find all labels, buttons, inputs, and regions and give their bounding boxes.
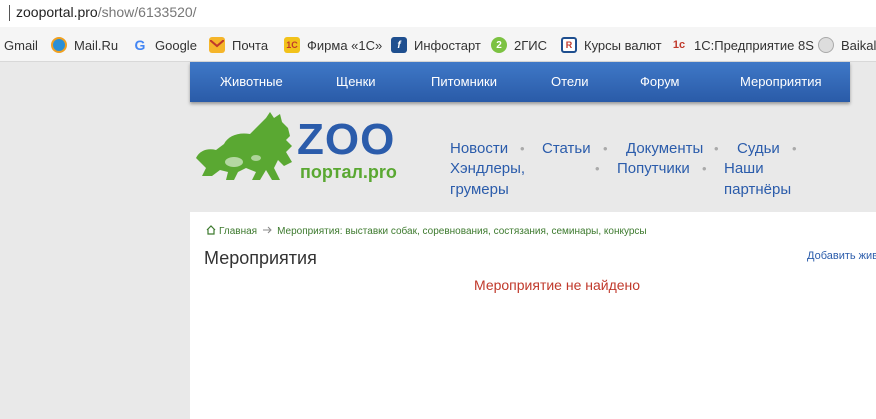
bookmark-pochta[interactable]: Почта bbox=[209, 36, 268, 54]
arrow-right-icon bbox=[263, 226, 273, 237]
google-icon: G bbox=[134, 37, 146, 53]
mail-envelope-icon bbox=[209, 37, 225, 53]
bookmark-1c-enterprise[interactable]: 1c 1С:Предприятие 8S bbox=[671, 36, 814, 54]
url-text[interactable]: zooportal.pro/show/6133520/ bbox=[16, 4, 197, 20]
breadcrumb: Главная Мероприятия: выставки собак, сор… bbox=[206, 225, 647, 238]
link-partners[interactable]: Наши партнёры bbox=[724, 158, 791, 200]
bookmark-2gis[interactable]: 2 2ГИС bbox=[491, 36, 547, 54]
page-title: Мероприятия bbox=[204, 248, 317, 268]
link-separator: • bbox=[792, 141, 797, 156]
site-logo[interactable]: ZOO портал.pro bbox=[194, 110, 408, 184]
link-travel-companions[interactable]: Попутчики bbox=[617, 158, 690, 179]
nav-item-forum[interactable]: Форум bbox=[640, 74, 680, 89]
link-judges[interactable]: Судьи bbox=[737, 138, 780, 159]
main-nav: Животные Щенки Питомники Отели Форум Мер… bbox=[190, 62, 850, 102]
nav-item-puppies[interactable]: Щенки bbox=[336, 74, 376, 89]
address-bar[interactable]: zooportal.pro/show/6133520/ bbox=[0, 0, 876, 27]
link-articles[interactable]: Статьи bbox=[542, 138, 591, 159]
bookmark-infostart[interactable]: f Инфостарт bbox=[391, 36, 481, 54]
logo-sub-text: портал.pro bbox=[300, 162, 397, 182]
url-host: zooportal.pro bbox=[16, 4, 98, 20]
bookmark-label: Инфостарт bbox=[414, 37, 481, 53]
bookmarks-bar: Gmail Mail.Ru G Google Почта 1C Фирма «1… bbox=[0, 27, 876, 62]
url-path: /show/6133520/ bbox=[97, 4, 197, 20]
bookmark-label: Mail.Ru bbox=[74, 37, 119, 53]
mailru-icon bbox=[51, 37, 67, 53]
link-separator: • bbox=[520, 141, 525, 156]
nav-item-events[interactable]: Мероприятия bbox=[740, 74, 822, 89]
bookmark-label: Почта bbox=[232, 37, 269, 53]
bookmark-mailru[interactable]: Mail.Ru bbox=[51, 36, 118, 54]
bookmark-label: Gmail bbox=[4, 37, 38, 53]
bookmark-gmail[interactable]: Gmail bbox=[4, 36, 38, 54]
bookmark-label: Курсы валют bbox=[584, 37, 662, 53]
add-animal-link[interactable]: Добавить жив bbox=[807, 250, 876, 262]
bookmark-label: Google bbox=[155, 37, 197, 53]
link-separator: • bbox=[714, 141, 719, 156]
1c-enterprise-icon: 1c bbox=[672, 39, 686, 51]
home-icon bbox=[206, 225, 216, 238]
bookmark-currency[interactable]: R Курсы валют bbox=[561, 36, 662, 54]
baikals-icon bbox=[818, 37, 834, 53]
content-area: Главная Мероприятия: выставки собак, сор… bbox=[190, 212, 876, 419]
bookmark-label: 1С:Предприятие 8S bbox=[694, 37, 814, 53]
nav-item-hotels[interactable]: Отели bbox=[551, 74, 589, 89]
link-separator: • bbox=[595, 161, 600, 176]
nav-item-animals[interactable]: Животные bbox=[220, 74, 283, 89]
currency-icon: R bbox=[561, 37, 577, 53]
breadcrumb-current[interactable]: Мероприятия: выставки собак, соревновани… bbox=[277, 226, 647, 237]
2gis-icon: 2 bbox=[491, 37, 507, 53]
infostart-icon: f bbox=[391, 37, 407, 53]
not-found-message: Мероприятие не найдено bbox=[474, 277, 641, 293]
bookmark-1c-firm[interactable]: 1C Фирма «1С» bbox=[284, 36, 382, 54]
text-caret bbox=[9, 5, 10, 21]
bookmark-label: 2ГИС bbox=[514, 37, 548, 53]
bookmark-google[interactable]: G Google bbox=[132, 36, 197, 54]
bookmark-baikals[interactable]: Baikals bbox=[818, 36, 876, 54]
site-frame: Животные Щенки Питомники Отели Форум Мер… bbox=[190, 62, 876, 419]
nav-item-kennels[interactable]: Питомники bbox=[431, 74, 497, 89]
link-separator: • bbox=[603, 141, 608, 156]
1c-firm-icon: 1C bbox=[284, 37, 300, 53]
bookmark-label: Baikals bbox=[841, 37, 876, 53]
link-news[interactable]: Новости bbox=[450, 138, 508, 159]
breadcrumb-home[interactable]: Главная bbox=[219, 226, 257, 237]
logo-main-text: ZOO bbox=[297, 115, 396, 164]
link-handlers[interactable]: Хэндлеры, грумеры bbox=[450, 158, 525, 200]
link-separator: • bbox=[702, 161, 707, 176]
bookmark-label: Фирма «1С» bbox=[307, 37, 383, 53]
link-documents[interactable]: Документы bbox=[626, 138, 703, 159]
